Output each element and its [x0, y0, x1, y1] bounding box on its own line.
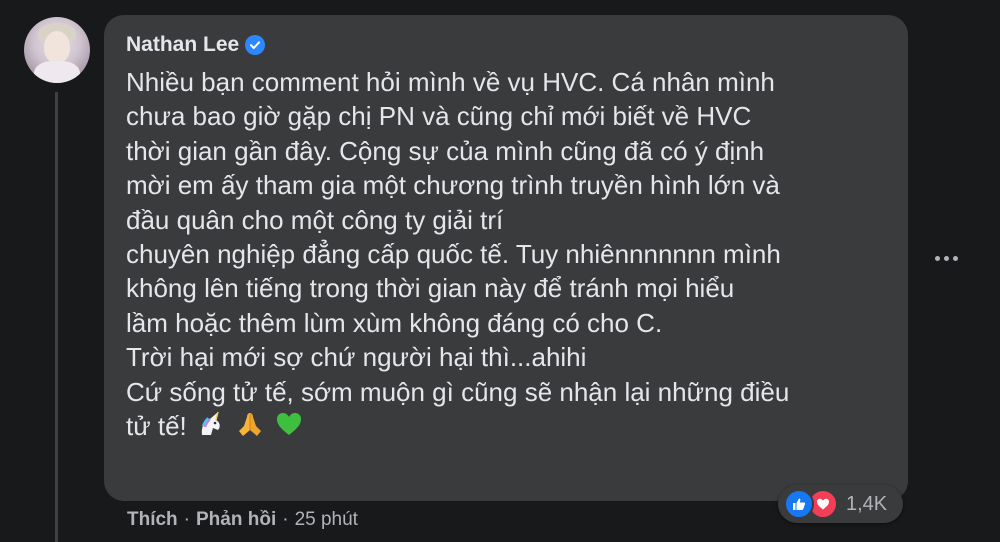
comment-line: Cứ sống tử tế, sớm muộn gì cũng sẽ nhận …: [126, 376, 790, 407]
comment-bubble: Nathan Lee Nhiều bạn comment hỏi mình về…: [104, 15, 908, 501]
green-heart-icon: [274, 409, 304, 447]
comment-line: lầm hoặc thêm lùm xùm không đáng có cho …: [126, 307, 663, 338]
comment-text: Nhiều bạn comment hỏi mình về vụ HVC. Cá…: [126, 65, 896, 447]
comment-line: Trời hại mới sợ chứ người hại thì...ahih…: [126, 342, 587, 373]
avatar-body: [34, 61, 80, 83]
comment-line-last: tử tế!: [126, 409, 896, 447]
dot-icon: [943, 255, 949, 261]
verified-badge-icon: [245, 35, 266, 55]
reply-button[interactable]: Phản hồi: [196, 509, 276, 531]
comment-line: đầu quân cho một công ty giải trí: [126, 204, 504, 235]
unicorn-icon: [196, 409, 226, 447]
comment-line: mời em ấy tham gia một chương trình truy…: [126, 170, 780, 201]
action-separator: ·: [282, 509, 289, 530]
more-options-button[interactable]: [928, 243, 964, 273]
comment-line: chưa bao giờ gặp chị PN và cũng chỉ mới …: [126, 101, 752, 132]
reaction-summary[interactable]: 1,4K: [778, 485, 903, 523]
folded-hands-icon: [235, 409, 265, 447]
thread-line: [55, 92, 58, 542]
comment-line: Nhiều bạn comment hỏi mình về vụ HVC. Cá…: [126, 67, 775, 97]
dot-icon: [934, 255, 940, 261]
timestamp[interactable]: 25 phút: [295, 509, 358, 531]
dot-icon: [952, 255, 958, 261]
comment-line: chuyên nghiệp đẳng cấp quốc tế. Tuy nhiê…: [126, 239, 781, 270]
author-row: Nathan Lee: [126, 33, 266, 57]
reaction-count: 1,4K: [846, 492, 888, 515]
author-name[interactable]: Nathan Lee: [126, 33, 239, 57]
comment-line-text: tử tế!: [126, 411, 187, 442]
comment-actions: Thích · Phản hồi · 25 phút: [127, 509, 358, 531]
avatar[interactable]: [24, 17, 90, 83]
like-button[interactable]: Thích: [127, 509, 178, 531]
comment-line: thời gian gần đây. Cộng sự của mình cũng…: [126, 135, 765, 166]
like-reaction-icon: [784, 489, 814, 519]
comment-line: không lên tiếng trong thời gian này để t…: [126, 273, 735, 304]
action-separator: ·: [183, 509, 190, 530]
avatar-face: [44, 31, 70, 63]
